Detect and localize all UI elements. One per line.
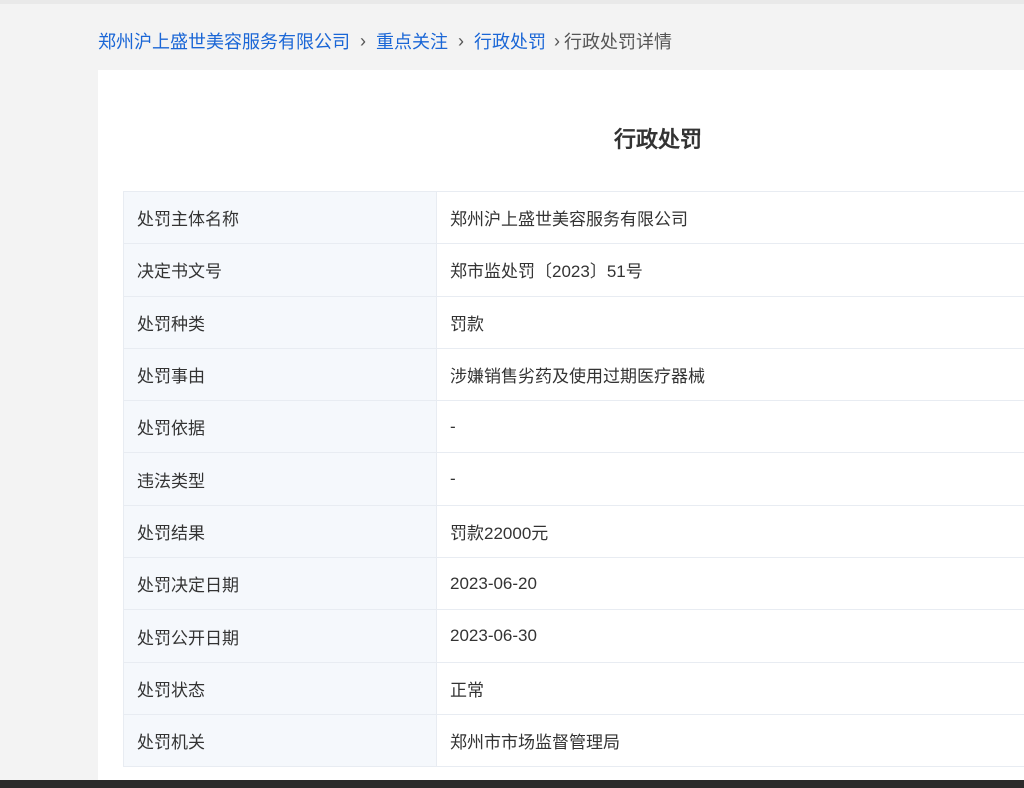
detail-table: 处罚主体名称 郑州沪上盛世美容服务有限公司 决定书文号 郑市监处罚〔2023〕51号处… <box>123 190 1024 768</box>
detail-table-body: 处罚主体名称 郑州沪上盛世美容服务有限公司 决定书文号 郑市监处罚〔2023〕51号处… <box>123 190 1024 768</box>
row-label: 处罚公开日期 <box>123 609 437 663</box>
row-value: 正常 <box>436 661 1024 715</box>
table-row: 处罚主体名称 郑州沪上盛世美容服务有限公司 <box>123 190 1024 245</box>
table-row: 处罚公开日期 2023-06-30 <box>123 609 1024 663</box>
chevron-right-icon: › <box>458 30 464 51</box>
row-label: 决定书文号 <box>123 243 437 297</box>
row-value: 郑州市市场监督管理局 <box>436 713 1024 768</box>
row-label: 处罚结果 <box>123 504 437 559</box>
table-row: 处罚状态 正常 <box>123 661 1024 715</box>
row-value: - <box>436 452 1024 506</box>
chevron-right-icon: › <box>360 30 366 51</box>
breadcrumb-penalty-link[interactable]: 行政处罚 <box>474 28 546 54</box>
row-value: 2023-06-30 <box>436 609 1024 663</box>
table-row: 处罚结果 罚款22000元 <box>123 504 1024 559</box>
chevron-right-icon: › <box>554 30 560 51</box>
page-title: 行政处罚 <box>613 127 702 152</box>
table-row: 处罚机关 郑州市市场监督管理局 <box>123 713 1024 768</box>
row-label: 处罚决定日期 <box>123 557 437 611</box>
table-row: 违法类型 - <box>123 452 1024 506</box>
breadcrumb-focus-link[interactable]: 重点关注 <box>376 28 448 54</box>
row-value: 罚款 <box>436 295 1024 349</box>
row-label: 处罚事由 <box>123 347 437 402</box>
row-label: 处罚状态 <box>123 661 437 715</box>
row-label: 违法类型 <box>123 452 437 506</box>
row-label: 处罚种类 <box>123 295 437 349</box>
table-row: 处罚事由 涉嫌销售劣药及使用过期医疗器械 <box>123 347 1024 402</box>
row-label: 处罚主体名称 <box>123 190 437 245</box>
table-row: 处罚种类 罚款 <box>123 295 1024 349</box>
row-value: 2023-06-20 <box>436 557 1024 611</box>
row-value: - <box>436 400 1024 454</box>
row-value: 涉嫌销售劣药及使用过期医疗器械 <box>436 347 1024 402</box>
breadcrumb-company-link[interactable]: 郑州沪上盛世美容服务有限公司 <box>98 28 350 54</box>
row-value: 罚款22000元 <box>436 504 1024 559</box>
table-row: 处罚依据 - <box>123 400 1024 454</box>
table-row: 决定书文号 郑市监处罚〔2023〕51号 <box>123 243 1024 297</box>
top-strip <box>0 0 1024 4</box>
row-label: 处罚机关 <box>123 713 437 768</box>
breadcrumb: 郑州沪上盛世美容服务有限公司 › 重点关注 › 行政处罚 › 行政处罚详情 <box>98 28 672 54</box>
row-value: 郑州沪上盛世美容服务有限公司 <box>436 190 1024 245</box>
row-value: 郑市监处罚〔2023〕51号 <box>436 243 1024 297</box>
bottom-strip <box>0 780 1024 788</box>
table-row: 处罚决定日期 2023-06-20 <box>123 557 1024 611</box>
row-label: 处罚依据 <box>123 400 437 454</box>
breadcrumb-current: 行政处罚详情 <box>564 32 672 52</box>
